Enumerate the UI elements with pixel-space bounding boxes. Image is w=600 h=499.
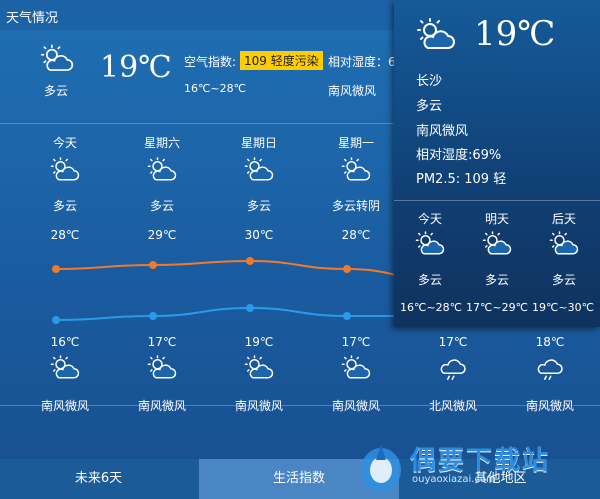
day-desc: 多云 [149,199,174,213]
partly-cloudy-icon [415,231,445,257]
partly-cloudy-icon [549,231,579,257]
low-temp-point [149,312,157,320]
low-temp-label: 17℃ [341,335,371,349]
popup-range-1: 17℃~29℃ [466,301,528,314]
partly-cloudy-icon [482,231,512,257]
partly-cloudy-icon [341,355,371,381]
popup-wind: 南风微风 [416,124,469,139]
forecast-day-3[interactable]: 星期一 多云转阴 28℃ [311,134,401,242]
day-label: 星期日 [240,136,277,150]
popup-range-2: 19℃~30℃ [532,301,594,314]
partly-cloudy-icon [147,355,177,381]
high-temp-point [149,261,157,269]
tab-future-6-days[interactable]: 未来6天 [0,459,197,499]
popup-range-0: 16℃~28℃ [400,301,462,314]
day-desc: 多云 [246,199,271,213]
forecast-night-0: 16℃ 南风微风 [20,335,110,414]
aqi-label: 空气指数: [184,55,237,69]
high-temp-label: 28℃ [50,228,80,242]
popup-pm25: PM2.5: 109 轻 [416,172,507,187]
current-range: 16℃~28℃ [184,82,246,95]
watermark-logo-icon [361,444,401,492]
low-temp-label: 17℃ [438,335,468,349]
partly-cloudy-icon [40,44,74,74]
forecast-night-2: 19℃ 南风微风 [214,335,304,414]
watermark-text: 偶要下载站 [410,446,551,476]
low-temp-label: 18℃ [535,335,565,349]
forecast-night-5: 18℃ 南风微风 [505,335,595,414]
forecast-day-2[interactable]: 星期日 多云 30℃ [214,134,304,242]
day-label: 星期六 [143,136,180,150]
day-desc: 多云转阴 [331,199,380,213]
day-desc: 多云 [52,199,77,213]
high-temp-label: 30℃ [244,228,274,242]
cloud-rain-icon [535,355,565,381]
partly-cloudy-icon [50,355,80,381]
low-temp-label: 19℃ [244,335,274,349]
day-desc: 多云 [484,273,509,287]
low-temp-label: 16℃ [50,335,80,349]
current-humidity: 相对湿度：6 [328,55,396,69]
popup-humidity: 相对湿度:69% [416,148,502,163]
day-label: 明天 [484,212,509,226]
current-desc: 多云 [44,84,69,98]
popup-desc: 多云 [416,99,443,114]
day-desc: 多云 [551,273,576,287]
high-temp-label: 29℃ [147,228,177,242]
low-temp-point [246,304,254,312]
cloud-rain-icon [438,355,468,381]
popup-day-0: 今天 多云 [397,210,463,288]
aqi-badge: 109 轻度污染 [240,51,323,70]
forecast-day-1[interactable]: 星期六 多云 29℃ [117,134,207,242]
partly-cloudy-icon [147,157,177,183]
forecast-day-0[interactable]: 今天 多云 28℃ [20,134,110,242]
high-temp-label: 28℃ [341,228,371,242]
high-temp-point [246,257,254,265]
city-popup: 19℃ 长沙 多云 南风微风 相对湿度:69% PM2.5: 109 轻 今天 … [394,0,600,327]
partly-cloudy-icon [416,18,456,52]
divider [0,405,600,406]
high-temp-point [343,265,351,273]
high-temp-point [52,265,60,273]
partly-cloudy-icon [50,157,80,183]
forecast-night-1: 17℃ 南风微风 [117,335,207,414]
day-label: 星期一 [337,136,374,150]
popup-day-2: 后天 多云 [531,210,597,288]
partly-cloudy-icon [341,157,371,183]
low-temp-point [52,316,60,324]
popup-day-1: 明天 多云 [464,210,530,288]
partly-cloudy-icon [244,157,274,183]
forecast-night-3: 17℃ 南风微风 [311,335,401,414]
low-temp-label: 17℃ [147,335,177,349]
day-label: 今天 [417,212,442,226]
current-wind: 南风微风 [328,84,377,98]
low-temp-point [343,312,351,320]
partly-cloudy-icon [244,355,274,381]
day-label: 后天 [551,212,576,226]
forecast-night-4: 17℃ 北风微风 [408,335,498,414]
window-title: 天气情况 [6,11,59,26]
popup-city: 长沙 [416,74,443,89]
day-desc: 多云 [417,273,442,287]
current-temp: 19℃ [100,50,172,85]
divider [394,200,600,201]
day-label: 今天 [52,136,77,150]
watermark-url: ouyaoxiazai.com [412,474,496,485]
popup-temp: 19℃ [474,14,556,54]
